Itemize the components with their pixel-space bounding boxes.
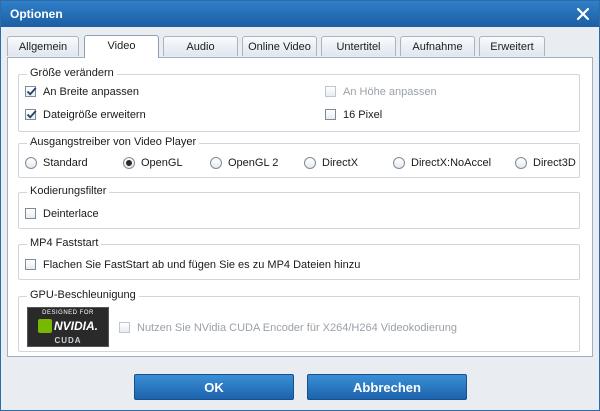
driver-direct3d-label: Direct3D: [533, 157, 576, 169]
dialog-title: Optionen: [10, 7, 63, 21]
driver-directx-noaccel-radio[interactable]: [393, 157, 405, 169]
tab-video[interactable]: Video: [84, 35, 159, 58]
faststart-label: Flachen Sie FastStart ab und fügen Sie e…: [43, 259, 361, 271]
driver-directx-radio[interactable]: [304, 157, 316, 169]
resize-group: Größe verändern An Breite anpassen An Hö…: [18, 67, 580, 132]
deinterlace-checkbox[interactable]: [25, 208, 36, 219]
pixel16-checkbox[interactable]: [325, 109, 336, 120]
cuda-checkbox[interactable]: [119, 322, 130, 333]
fit-width-label: An Breite anpassen: [43, 86, 140, 98]
mp4-faststart-group: MP4 Faststart Flachen Sie FastStart ab u…: [18, 237, 580, 280]
tab-erweitert[interactable]: Erweitert: [479, 36, 545, 56]
driver-opengl-radio[interactable]: [123, 157, 135, 169]
extend-size-label: Dateigröße erweitern: [43, 109, 146, 121]
tab-aufnahme[interactable]: Aufnahme: [400, 36, 475, 56]
driver-direct3d-radio[interactable]: [515, 157, 527, 169]
options-dialog: Optionen Allgemein Video Audio Online Vi…: [0, 0, 600, 411]
encoding-filter-legend: Kodierungsfilter: [27, 185, 110, 197]
nvidia-brand-text: NVIDIA.: [54, 319, 99, 333]
check-icon: [26, 110, 37, 119]
driver-opengl2-radio[interactable]: [210, 157, 222, 169]
faststart-checkbox[interactable]: [25, 259, 36, 270]
fit-width-checkbox[interactable]: [25, 86, 37, 97]
driver-directx-noaccel-label: DirectX:NoAccel: [411, 157, 492, 169]
nvidia-brand: NVIDIA.: [28, 318, 108, 334]
encoding-filter-group: Kodierungsfilter Deinterlace: [18, 185, 580, 229]
title-bar[interactable]: Optionen: [1, 1, 599, 27]
cuda-label: Nutzen Sie NVidia CUDA Encoder für X264/…: [137, 322, 458, 334]
tab-audio[interactable]: Audio: [163, 36, 238, 56]
driver-standard-radio[interactable]: [25, 157, 37, 169]
output-driver-legend: Ausgangstreiber von Video Player: [27, 136, 200, 148]
check-icon: [26, 87, 37, 96]
nvidia-cuda-logo: DESIGNED FOR NVIDIA. CUDA: [27, 307, 109, 347]
cancel-button[interactable]: Abbrechen: [307, 374, 467, 400]
resize-legend: Größe verändern: [27, 67, 117, 79]
fit-height-checkbox[interactable]: [325, 86, 336, 97]
mp4-faststart-legend: MP4 Faststart: [27, 237, 102, 249]
close-icon[interactable]: [573, 4, 593, 24]
driver-directx-label: DirectX: [322, 157, 359, 169]
cuda-text: CUDA: [54, 336, 82, 345]
video-settings-panel: Größe verändern An Breite anpassen An Hö…: [7, 57, 593, 357]
extend-size-checkbox[interactable]: [25, 109, 37, 120]
gpu-acceleration-group: GPU-Beschleunigung DESIGNED FOR NVIDIA. …: [18, 289, 580, 352]
ok-button[interactable]: OK: [134, 374, 294, 400]
nvidia-logo-top-text: DESIGNED FOR: [42, 310, 94, 316]
output-driver-group: Ausgangstreiber von Video Player Standar…: [18, 136, 580, 178]
tab-untertitel[interactable]: Untertitel: [321, 36, 396, 56]
gpu-legend: GPU-Beschleunigung: [27, 289, 139, 301]
nvidia-eye-icon: [38, 319, 52, 333]
driver-opengl-label: OpenGL: [141, 157, 183, 169]
driver-standard-label: Standard: [43, 157, 88, 169]
driver-opengl2-label: OpenGL 2: [228, 157, 279, 169]
fit-height-label: An Höhe anpassen: [343, 86, 437, 98]
tab-online-video[interactable]: Online Video: [242, 36, 317, 56]
deinterlace-label: Deinterlace: [43, 208, 99, 220]
radio-selected-dot: [126, 160, 132, 166]
pixel16-label: 16 Pixel: [343, 109, 383, 121]
tab-allgemein[interactable]: Allgemein: [7, 36, 79, 56]
